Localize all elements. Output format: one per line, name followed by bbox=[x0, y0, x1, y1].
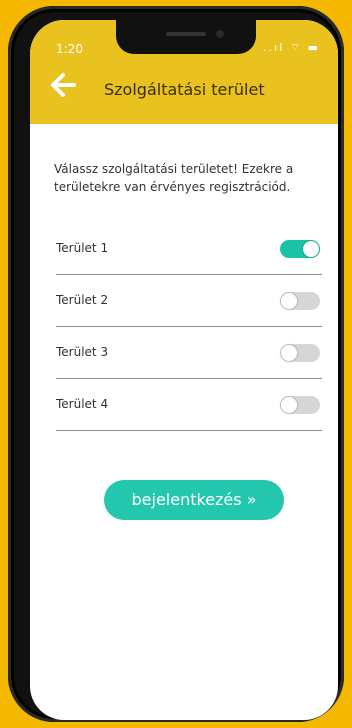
area-label: Terület 4 bbox=[56, 397, 109, 411]
toggle-knob bbox=[281, 345, 297, 361]
login-button[interactable]: bejelentkezés » bbox=[104, 480, 284, 520]
area-toggle-1[interactable] bbox=[280, 240, 320, 258]
area-toggle-2[interactable] bbox=[280, 292, 320, 310]
intro-text: Válassz szolgáltatási területet! Ezekre … bbox=[54, 162, 294, 194]
area-toggle-3[interactable] bbox=[280, 344, 320, 362]
area-label: Terület 2 bbox=[56, 293, 109, 307]
area-toggle-4[interactable] bbox=[280, 396, 320, 414]
status-time: 1:20 bbox=[56, 42, 83, 56]
area-row-3: Terület 3 bbox=[56, 328, 322, 379]
page-title: Szolgáltatási terület bbox=[104, 80, 265, 99]
area-row-1: Terület 1 bbox=[56, 224, 322, 275]
app-header: 1:20 ..ıl ⌔ ▬ Szolgáltatási terület bbox=[30, 20, 338, 124]
area-row-2: Terület 2 bbox=[56, 276, 322, 327]
phone-notch bbox=[116, 20, 256, 54]
status-icons: ..ıl ⌔ ▬ bbox=[263, 41, 320, 54]
area-row-4: Terület 4 bbox=[56, 380, 322, 431]
camera bbox=[216, 30, 224, 38]
toggle-knob bbox=[281, 397, 297, 413]
area-label: Terület 3 bbox=[56, 345, 109, 359]
phone-frame: 1:20 ..ıl ⌔ ▬ Szolgáltatási terület Vála… bbox=[8, 6, 344, 722]
toggle-knob bbox=[281, 293, 297, 309]
app-screen: 1:20 ..ıl ⌔ ▬ Szolgáltatási terület Vála… bbox=[30, 20, 338, 720]
area-label: Terület 1 bbox=[56, 241, 109, 255]
area-list: Terület 1 Terület 2 Terület 3 Terület 4 bbox=[56, 224, 322, 432]
speaker-grill bbox=[166, 32, 206, 36]
arrow-left-icon[interactable] bbox=[50, 72, 84, 106]
toggle-knob bbox=[303, 241, 319, 257]
